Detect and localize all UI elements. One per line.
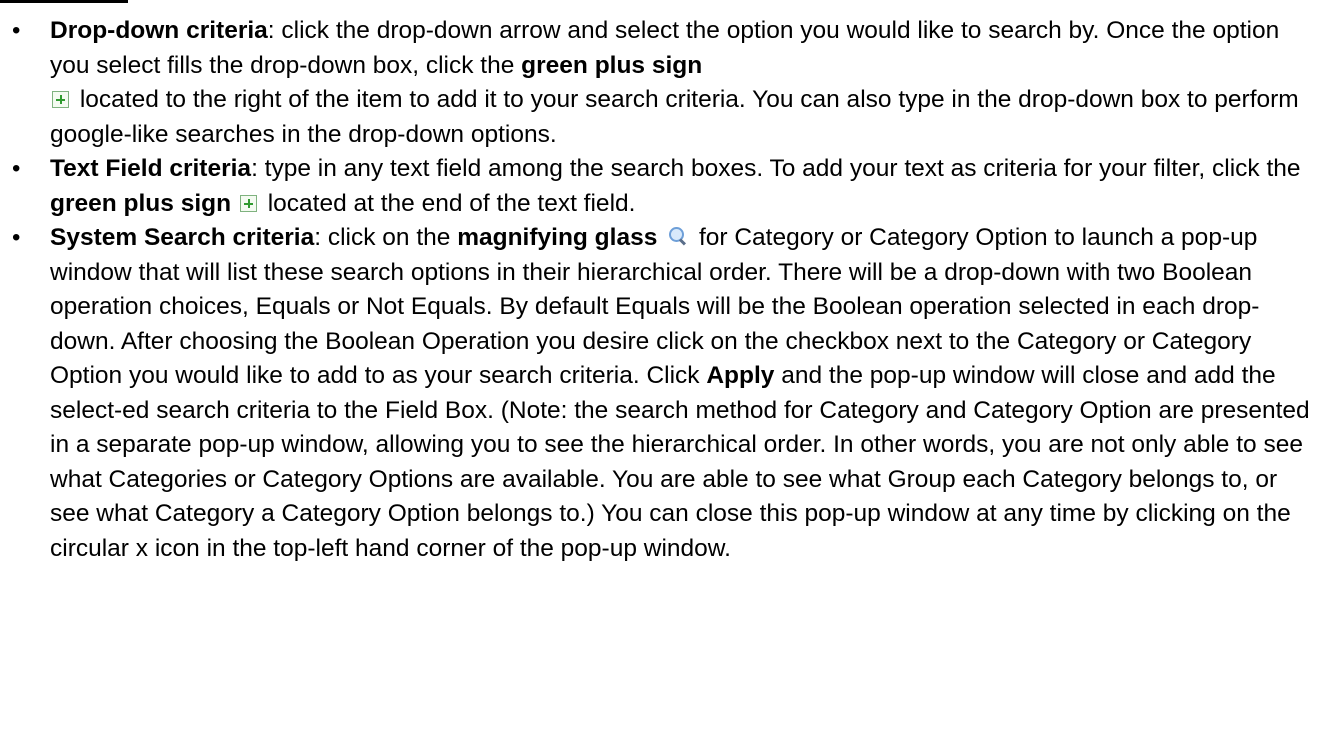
system-search-criteria-text-3: and the pop-up window will close and add…	[50, 362, 1310, 562]
bullet-marker: •	[12, 155, 21, 182]
list-item-dropdown-criteria: • Drop-down criteria: click the drop-down…	[0, 14, 1312, 152]
system-search-criteria-text-1: : click on the	[314, 224, 458, 251]
system-search-criteria-term: System Search criteria	[50, 224, 315, 251]
text-field-criteria-text-2: located at the end of the text field.	[267, 189, 636, 217]
magnifying-glass-term: magnifying glass	[457, 224, 658, 251]
dropdown-criteria-text-2: located to the right of the item to add …	[50, 86, 1299, 148]
criteria-bullet-list: • Drop-down criteria: click the drop-down…	[0, 14, 1312, 566]
text-field-criteria-term: Text Field criteria	[50, 155, 252, 182]
list-item-text-field-criteria: • Text Field criteria: type in any text f…	[0, 152, 1312, 221]
apply-term: Apply	[706, 362, 775, 389]
green-plus-sign-term: green plus sign	[521, 51, 703, 79]
bullet-marker: •	[12, 17, 21, 44]
list-item-system-search-criteria: • System Search criteria: click on the ma…	[0, 221, 1312, 566]
document-body: • Drop-down criteria: click the drop-down…	[0, 14, 1312, 566]
text-field-criteria-text-1: : type in any text field among the searc…	[251, 155, 1301, 182]
bullet-marker: •	[12, 224, 21, 251]
dropdown-criteria-term: Drop-down criteria	[50, 17, 268, 44]
green-plus-icon	[52, 91, 69, 108]
green-plus-sign-term: green plus sign	[50, 189, 232, 217]
green-plus-icon	[239, 194, 257, 212]
top-rule-divider	[0, 0, 128, 3]
magnifying-glass-icon	[666, 227, 688, 247]
